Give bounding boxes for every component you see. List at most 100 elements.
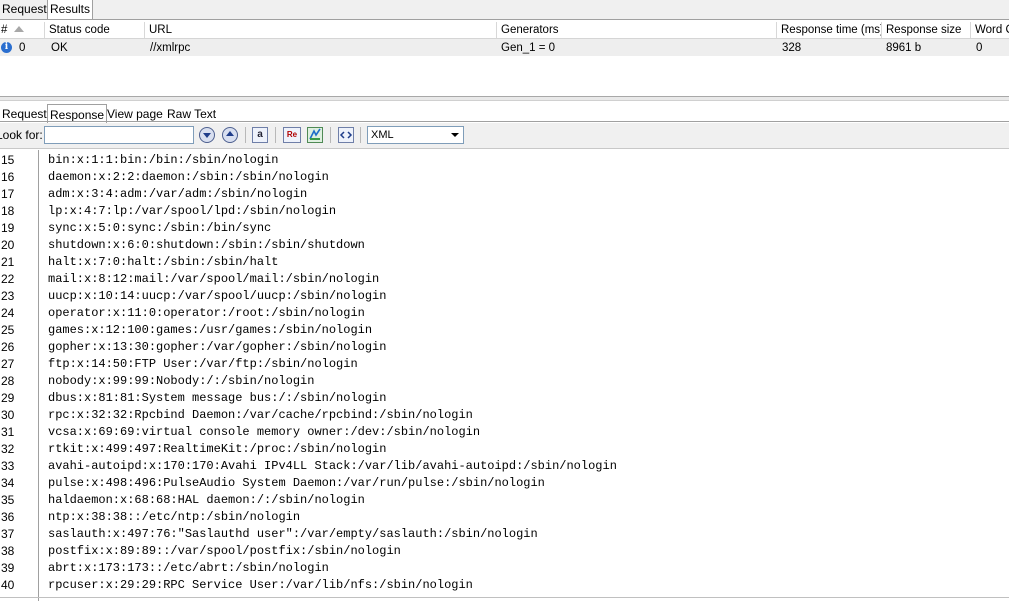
line-number: 40 <box>1 578 15 592</box>
column-header-response-time[interactable]: Response time (ms) <box>776 22 881 38</box>
line-number: 27 <box>1 357 15 371</box>
view-tab-bar: Request Response View page Raw Text <box>0 104 1009 123</box>
line-number: 38 <box>1 544 15 558</box>
wrap-icon[interactable] <box>338 127 354 143</box>
code-line: bin:x:1:1:bin:/bin:/sbin/nologin <box>48 153 279 167</box>
code-line: avahi-autoipd:x:170:170:Avahi IPv4LL Sta… <box>48 459 617 473</box>
line-number: 20 <box>1 238 15 252</box>
code-line: shutdown:x:6:0:shutdown:/sbin:/sbin/shut… <box>48 238 365 252</box>
format-select-value: XML <box>371 129 394 141</box>
info-icon: i <box>1 42 12 53</box>
line-number: 39 <box>1 561 15 575</box>
wrap-glyph <box>339 131 353 139</box>
line-number: 32 <box>1 442 15 456</box>
line-number: 18 <box>1 204 15 218</box>
regex-icon[interactable]: Re <box>283 127 301 143</box>
column-header-url[interactable]: URL <box>144 22 496 38</box>
code-line: sync:x:5:0:sync:/sbin:/bin/sync <box>48 221 272 235</box>
code-line: rpc:x:32:32:Rpcbind Daemon:/var/cache/rp… <box>48 408 473 422</box>
tab-raw-text[interactable]: Raw Text <box>165 104 218 122</box>
line-number: 30 <box>1 408 15 422</box>
highlight-icon[interactable] <box>307 127 323 143</box>
look-for-input[interactable] <box>44 126 194 144</box>
column-header-response-size[interactable]: Response size <box>881 22 970 38</box>
tab-results[interactable]: Results <box>47 0 94 19</box>
code-line: ftp:x:14:50:FTP User:/var/ftp:/sbin/nolo… <box>48 357 358 371</box>
line-number: 21 <box>1 255 15 269</box>
line-number: 15 <box>1 153 15 167</box>
highlight-glyph <box>309 128 321 140</box>
column-header-word-count[interactable]: Word C <box>970 22 1009 38</box>
search-toolbar: Look for: a Re XML <box>0 123 1009 149</box>
column-header-number[interactable]: # <box>0 22 44 38</box>
search-down-icon[interactable] <box>199 127 215 143</box>
line-number-gutter: 15 16 17 18 19 20 21 22 23 24 25 26 27 28 29 30 31 32 33 34… <box>0 150 39 601</box>
search-up-icon[interactable] <box>222 127 238 143</box>
format-select[interactable]: XML <box>367 126 464 144</box>
line-number: 33 <box>1 459 15 473</box>
toolbar-separator <box>245 127 246 143</box>
code-line: adm:x:3:4:adm:/var/adm:/sbin/nologin <box>48 187 308 201</box>
tab-request[interactable]: Request <box>0 0 49 18</box>
code-line: mail:x:8:12:mail:/var/spool/mail:/sbin/n… <box>48 272 380 286</box>
line-number: 17 <box>1 187 15 201</box>
column-header-generators[interactable]: Generators <box>496 22 776 38</box>
line-number: 25 <box>1 323 15 337</box>
code-line: daemon:x:2:2:daemon:/sbin:/sbin/nologin <box>48 170 329 184</box>
code-line: nobody:x:99:99:Nobody:/:/sbin/nologin <box>48 374 315 388</box>
line-number: 28 <box>1 374 15 388</box>
code-line: rtkit:x:499:497:RealtimeKit:/proc:/sbin/… <box>48 442 387 456</box>
chevron-down-icon[interactable] <box>447 127 463 143</box>
results-table-header: # Status code URL Generators Response ti… <box>0 22 1009 39</box>
sort-ascending-icon <box>14 26 25 32</box>
code-line: gopher:x:13:30:gopher:/var/gopher:/sbin/… <box>48 340 387 354</box>
line-number: 35 <box>1 493 15 507</box>
code-line: abrt:x:173:173::/etc/abrt:/sbin/nologin <box>48 561 329 575</box>
response-editor[interactable]: 15 16 17 18 19 20 21 22 23 24 25 26 27 28 29 30 31 32 33 34… <box>0 150 1009 601</box>
line-number: 24 <box>1 306 15 320</box>
line-number: 16 <box>1 170 15 184</box>
cell-response-size: 8961 b <box>886 42 922 54</box>
code-line: postfix:x:89:89::/var/spool/postfix:/sbi… <box>48 544 401 558</box>
line-number: 37 <box>1 527 15 541</box>
code-line: saslauth:x:497:76:"Saslauthd user":/var/… <box>48 527 538 541</box>
cell-number: 0 <box>19 42 26 54</box>
cell-generators: Gen_1 = 0 <box>501 42 556 54</box>
column-header-number-label: # <box>1 24 8 36</box>
results-tab-bar: Request Results <box>0 0 1009 20</box>
code-line: lp:x:4:7:lp:/var/spool/lpd:/sbin/nologin <box>48 204 337 218</box>
column-header-status-code[interactable]: Status code <box>44 22 144 38</box>
toolbar-separator <box>330 127 331 143</box>
code-line: vcsa:x:69:69:virtual console memory owne… <box>48 425 481 439</box>
line-number: 22 <box>1 272 15 286</box>
horizontal-scrollbar-track[interactable] <box>0 597 1009 598</box>
code-line: rpcuser:x:29:29:RPC Service User:/var/li… <box>48 578 473 592</box>
code-line: uucp:x:10:14:uucp:/var/spool/uucp:/sbin/… <box>48 289 387 303</box>
match-case-icon[interactable]: a <box>252 127 268 143</box>
line-number: 31 <box>1 425 15 439</box>
line-number: 29 <box>1 391 15 405</box>
code-line: operator:x:11:0:operator:/root:/sbin/nol… <box>48 306 365 320</box>
toolbar-separator <box>275 127 276 143</box>
table-row[interactable]: i 0 OK //xmlrpc Gen_1 = 0 328 8961 b 0 <box>0 39 1009 56</box>
cell-url: //xmlrpc <box>150 42 191 54</box>
line-number: 26 <box>1 340 15 354</box>
tab-request-view[interactable]: Request <box>0 104 49 122</box>
cell-response-time: 328 <box>782 42 802 54</box>
code-line: dbus:x:81:81:System message bus:/:/sbin/… <box>48 391 387 405</box>
tab-view-page[interactable]: View page <box>105 104 165 122</box>
look-for-label: Look for: <box>0 128 43 142</box>
line-number: 19 <box>1 221 15 235</box>
cell-word-count: 0 <box>976 42 983 54</box>
cell-status-code: OK <box>51 42 68 54</box>
code-line: games:x:12:100:games:/usr/games:/sbin/no… <box>48 323 373 337</box>
code-line: pulse:x:498:496:PulseAudio System Daemon… <box>48 476 545 490</box>
tab-divider <box>0 121 1009 122</box>
line-number: 34 <box>1 476 15 490</box>
line-number: 23 <box>1 289 15 303</box>
code-line: halt:x:7:0:halt:/sbin:/sbin/halt <box>48 255 279 269</box>
toolbar-separator <box>360 127 361 143</box>
pane-splitter[interactable] <box>0 96 1009 101</box>
line-number: 36 <box>1 510 15 524</box>
code-line: ntp:x:38:38::/etc/ntp:/sbin/nologin <box>48 510 301 524</box>
